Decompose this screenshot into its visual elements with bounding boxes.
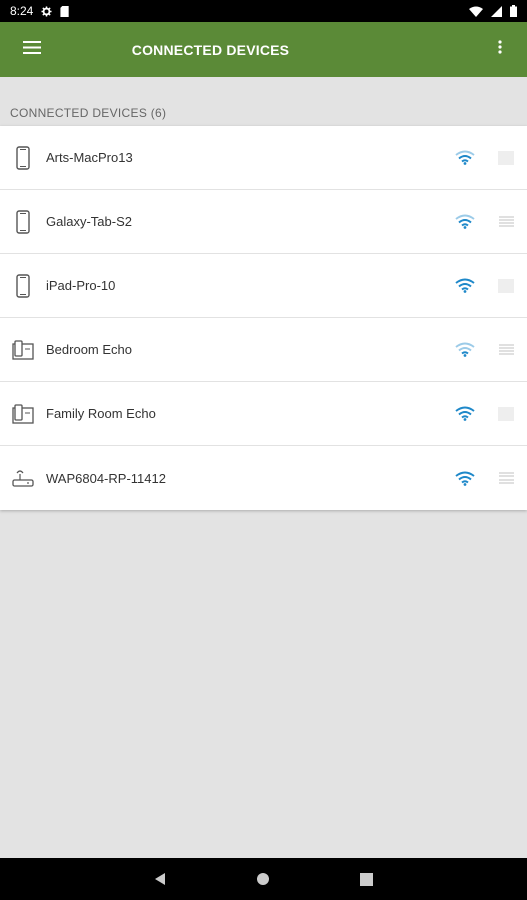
device-list: Arts-MacPro13 Galaxy-Tab-S2 iPad-Pro-10: [0, 126, 527, 510]
wifi-signal-icon: [445, 214, 485, 229]
smart-speaker-icon: [0, 403, 46, 424]
overflow-menu-button[interactable]: [473, 22, 527, 77]
cell-signal-icon: [491, 5, 502, 17]
device-row[interactable]: Arts-MacPro13: [0, 126, 527, 190]
device-row[interactable]: WAP6804-RP-11412: [0, 446, 527, 510]
device-row[interactable]: Family Room Echo: [0, 382, 527, 446]
device-name: Bedroom Echo: [46, 342, 132, 357]
status-bar: 8:24: [0, 0, 527, 22]
wifi-signal-icon: [445, 342, 485, 357]
page-title: CONNECTED DEVICES: [131, 41, 290, 58]
wifi-icon: [469, 6, 483, 17]
device-row[interactable]: iPad-Pro-10: [0, 254, 527, 318]
row-action-box[interactable]: [485, 150, 527, 165]
wifi-signal-icon: [445, 406, 485, 421]
back-icon[interactable]: [154, 872, 166, 886]
home-icon[interactable]: [256, 872, 270, 886]
wifi-signal-icon: [445, 150, 485, 165]
device-row[interactable]: Galaxy-Tab-S2: [0, 190, 527, 254]
phone-icon: [0, 209, 46, 234]
device-name: Galaxy-Tab-S2: [46, 214, 132, 229]
smart-speaker-icon: [0, 339, 46, 360]
drag-handle-icon[interactable]: [485, 215, 527, 228]
drag-handle-icon[interactable]: [485, 472, 527, 484]
navigation-bar: [0, 858, 527, 900]
more-vert-icon: [498, 40, 502, 59]
device-name: WAP6804-RP-11412: [46, 470, 166, 486]
device-name: Family Room Echo: [46, 406, 156, 421]
phone-icon: [0, 273, 46, 298]
row-action-box[interactable]: [485, 406, 527, 421]
row-action-box[interactable]: [485, 278, 527, 293]
phone-icon: [0, 145, 46, 170]
drag-handle-icon[interactable]: [485, 343, 527, 356]
status-time: 8:24: [10, 4, 34, 18]
sd-card-icon: [60, 5, 70, 17]
app-bar: CONNECTED DEVICES: [0, 22, 527, 77]
device-name: Arts-MacPro13: [46, 150, 133, 165]
device-row[interactable]: Bedroom Echo: [0, 318, 527, 382]
device-name: iPad-Pro-10: [46, 278, 116, 293]
battery-icon: [510, 5, 517, 17]
wifi-signal-icon: [445, 471, 485, 486]
wifi-signal-icon: [445, 278, 485, 293]
recents-icon[interactable]: [360, 872, 373, 886]
section-header: CONNECTED DEVICES (6): [10, 106, 167, 120]
router-icon: [0, 468, 46, 488]
gear-icon: [41, 5, 52, 17]
